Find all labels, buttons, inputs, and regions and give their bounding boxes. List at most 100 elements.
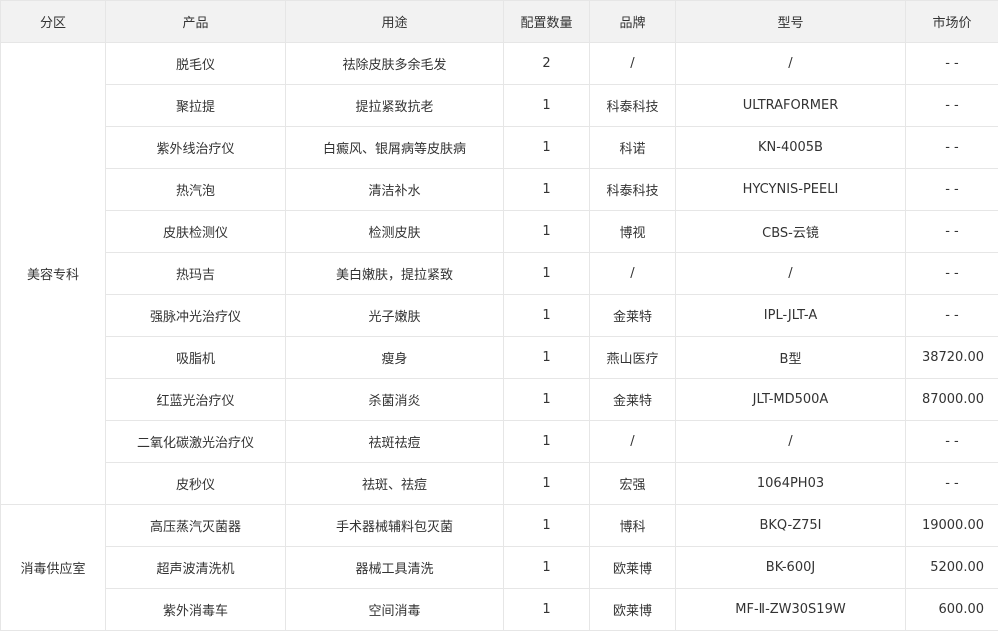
model-cell: / [675, 252, 906, 295]
column-header-product: 产品 [105, 0, 286, 43]
product-cell: 二氧化碳激光治疗仪 [105, 420, 286, 463]
quantity-cell: 1 [503, 336, 590, 379]
zone-cell: 消毒供应室 [0, 504, 106, 631]
column-header-brand: 品牌 [589, 0, 676, 43]
quantity-cell: 1 [503, 84, 590, 127]
table-row: 皮秒仪 祛斑、祛痘 1 宏强 1064PH03- - [1, 462, 998, 505]
table-row: 强脉冲光治疗仪 光子嫩肤 1 金莱特 IPL-JLT-A - - [1, 294, 998, 337]
table-row: 美容专科 脱毛仪 祛除皮肤多余毛发 2// - - [0, 42, 998, 505]
quantity-cell: 1 [503, 168, 590, 211]
table-row: 紫外线治疗仪 白癜风、银屑病等皮肤病 1 科诺 KN-4005B - - [1, 126, 998, 169]
brand-cell: / [589, 42, 676, 85]
model-cell: / [675, 420, 906, 463]
usage-cell: 空间消毒 [285, 588, 504, 631]
brand-cell: 科诺 [589, 126, 676, 169]
column-header-zone: 分区 [0, 0, 106, 43]
table-row: 热玛吉 美白嫩肤，提拉紧致 1// - - [1, 252, 998, 295]
table-row: 聚拉提 提拉紧致抗老 1 科泰科技 ULTRAFORMER - - [1, 84, 998, 127]
product-cell: 热汽泡 [105, 168, 286, 211]
quantity-cell: 1 [503, 294, 590, 337]
product-cell: 皮肤检测仪 [105, 210, 286, 253]
price-cell: - - [905, 42, 998, 85]
quantity-cell: 1 [503, 126, 590, 169]
product-cell: 强脉冲光治疗仪 [105, 294, 286, 337]
column-header-price: 市场价 [905, 0, 998, 43]
model-cell: 1064PH03 [675, 462, 906, 505]
product-cell: 热玛吉 [105, 252, 286, 295]
usage-cell: 检测皮肤 [285, 210, 504, 253]
price-cell: - - [905, 462, 998, 505]
brand-cell: 博视 [589, 210, 676, 253]
product-cell: 吸脂机 [105, 336, 286, 379]
quantity-cell: 1 [503, 420, 590, 463]
model-cell: / [675, 42, 906, 85]
brand-cell: 金莱特 [589, 294, 676, 337]
model-cell: JLT-MD500A [675, 378, 906, 421]
quantity-cell: 2 [503, 42, 590, 85]
model-cell: B型 [675, 336, 906, 379]
table-body: 美容专科 脱毛仪 祛除皮肤多余毛发 2// - - 聚拉提 提拉紧致抗老 1 科泰科技 ULTRA… [0, 42, 998, 631]
header-row: 分区 产品 用途 配置数量 品牌 型号 市场价 [0, 0, 998, 43]
brand-cell: / [589, 420, 676, 463]
model-cell: BK-600J [675, 546, 906, 589]
model-cell: BKQ-Z75I [675, 504, 906, 547]
equipment-table: 分区 产品 用途 配置数量 品牌 型号 市场价 美容专科 脱毛仪 祛除皮肤多余毛发 2// - -聚… [0, 0, 998, 631]
table-row: 超声波清洗机 器械工具清洗 1 欧莱博 BK-600J 5200.00 [1, 546, 998, 589]
column-header-usage: 用途 [285, 0, 504, 43]
table-row: 吸脂机 瘦身 1 燕山医疗 B型 38720.00 [1, 336, 998, 379]
price-cell: - - [905, 294, 998, 337]
brand-cell: 燕山医疗 [589, 336, 676, 379]
quantity-cell: 1 [503, 252, 590, 295]
usage-cell: 祛斑祛痘 [285, 420, 504, 463]
price-cell: - - [905, 252, 998, 295]
model-cell: MF-Ⅱ-ZW30S19W [675, 588, 906, 631]
price-cell: 5200.00 [905, 546, 998, 589]
brand-cell: / [589, 252, 676, 295]
product-cell: 紫外线治疗仪 [105, 126, 286, 169]
price-cell: 600.00 [905, 588, 998, 631]
brand-cell: 宏强 [589, 462, 676, 505]
price-cell: - - [905, 84, 998, 127]
table-row: 消毒供应室 高压蒸汽灭菌器 手术器械辅料包灭菌 1 博科 BKQ-Z75I 19000.00 [0, 504, 998, 631]
price-cell: - - [905, 168, 998, 211]
price-cell: - - [905, 210, 998, 253]
table-row: 热汽泡 清洁补水 1 科泰科技 HYCYNIS-PEELI - - [1, 168, 998, 211]
brand-cell: 欧莱博 [589, 546, 676, 589]
usage-cell: 美白嫩肤，提拉紧致 [285, 252, 504, 295]
quantity-cell: 1 [503, 504, 590, 547]
brand-cell: 欧莱博 [589, 588, 676, 631]
usage-cell: 提拉紧致抗老 [285, 84, 504, 127]
table-row: 紫外消毒车 空间消毒 1 欧莱博 MF-Ⅱ-ZW30S19W 600.00 [1, 588, 998, 631]
usage-cell: 清洁补水 [285, 168, 504, 211]
brand-cell: 科泰科技 [589, 168, 676, 211]
table-row: 二氧化碳激光治疗仪 祛斑祛痘 1// - - [1, 420, 998, 463]
product-cell: 超声波清洗机 [105, 546, 286, 589]
usage-cell: 瘦身 [285, 336, 504, 379]
price-cell: 38720.00 [905, 336, 998, 379]
price-cell: 87000.00 [905, 378, 998, 421]
product-cell: 高压蒸汽灭菌器 [105, 504, 286, 547]
product-cell: 皮秒仪 [105, 462, 286, 505]
model-cell: ULTRAFORMER [675, 84, 906, 127]
product-cell: 聚拉提 [105, 84, 286, 127]
usage-cell: 祛斑、祛痘 [285, 462, 504, 505]
quantity-cell: 1 [503, 378, 590, 421]
quantity-cell: 1 [503, 588, 590, 631]
model-cell: HYCYNIS-PEELI [675, 168, 906, 211]
product-cell: 脱毛仪 [105, 42, 286, 85]
quantity-cell: 1 [503, 210, 590, 253]
zone-cell: 美容专科 [0, 42, 106, 505]
product-cell: 红蓝光治疗仪 [105, 378, 286, 421]
brand-cell: 金莱特 [589, 378, 676, 421]
model-cell: KN-4005B [675, 126, 906, 169]
usage-cell: 手术器械辅料包灭菌 [285, 504, 504, 547]
table-row: 皮肤检测仪 检测皮肤 1 博视 CBS-云镜 - - [1, 210, 998, 253]
column-header-quantity: 配置数量 [503, 0, 590, 43]
usage-cell: 白癜风、银屑病等皮肤病 [285, 126, 504, 169]
table-header: 分区 产品 用途 配置数量 品牌 型号 市场价 [0, 0, 998, 43]
quantity-cell: 1 [503, 546, 590, 589]
model-cell: CBS-云镜 [675, 210, 906, 253]
price-cell: - - [905, 420, 998, 463]
quantity-cell: 1 [503, 462, 590, 505]
model-cell: IPL-JLT-A [675, 294, 906, 337]
